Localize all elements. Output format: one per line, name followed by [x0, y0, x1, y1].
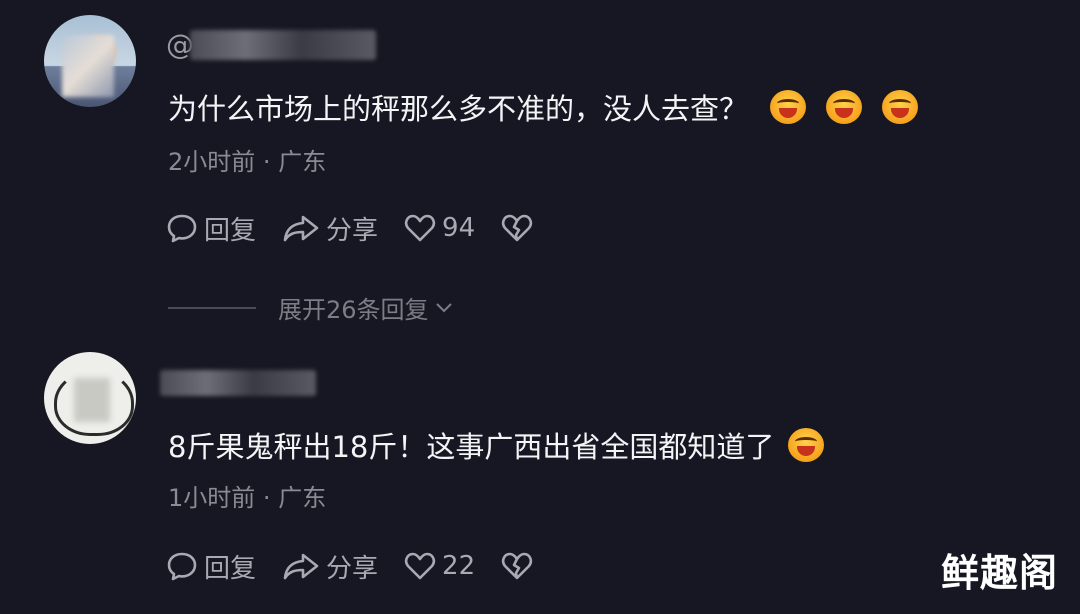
comment-actions: 回复 分享 22 — [166, 548, 559, 585]
laughing-emoji-icon — [882, 90, 919, 124]
username-redacted — [190, 30, 376, 60]
laughing-emoji-icon — [788, 428, 825, 462]
like-button[interactable]: 22 — [404, 551, 475, 581]
broken-heart-icon — [502, 552, 533, 580]
reply-label: 回复 — [204, 553, 257, 584]
like-count: 94 — [442, 213, 476, 243]
share-button[interactable]: 分享 — [282, 210, 378, 247]
user-avatar[interactable] — [44, 15, 136, 107]
broken-heart-icon — [502, 214, 533, 242]
user-avatar[interactable] — [44, 352, 136, 444]
heart-icon — [404, 214, 436, 242]
comment-meta: 1小时前 · 广东 — [168, 478, 326, 513]
comment-body: 为什么市场上的秤那么多不准的，没人去查？ — [168, 92, 749, 126]
like-count: 22 — [442, 551, 476, 581]
laughing-emoji-icon — [826, 90, 863, 124]
expand-replies-button[interactable]: 展开26条回复 — [168, 290, 453, 325]
chat-bubble-icon — [167, 552, 197, 581]
comment-meta: 2小时前 · 广东 — [168, 142, 326, 177]
watermark-logo: 鲜趣阁 — [940, 551, 1058, 595]
share-button[interactable]: 分享 — [282, 548, 378, 585]
share-label: 分享 — [326, 215, 379, 246]
comment-location: 广东 — [278, 148, 327, 176]
share-arrow-icon — [283, 553, 319, 580]
share-arrow-icon — [283, 215, 319, 242]
dislike-button[interactable] — [501, 551, 533, 581]
chat-bubble-icon — [167, 214, 197, 243]
comment-time: 2小时前 — [168, 148, 256, 176]
laughing-emoji-icon — [770, 90, 807, 124]
share-label: 分享 — [326, 553, 379, 584]
meta-separator: · — [262, 148, 271, 176]
comment-actions: 回复 分享 94 — [166, 210, 559, 247]
comment-body: 8斤果鬼秤出18斤！这事广西出省全国都知道了 — [168, 430, 775, 464]
username-redacted — [160, 370, 316, 396]
meta-separator: · — [262, 484, 271, 512]
heart-icon — [404, 552, 436, 580]
chevron-down-icon — [435, 302, 452, 312]
comment-text: 8斤果鬼秤出18斤！这事广西出省全国都知道了 — [168, 424, 825, 466]
reply-button[interactable]: 回复 — [166, 210, 256, 247]
reply-label: 回复 — [204, 215, 257, 246]
like-button[interactable]: 94 — [404, 213, 475, 243]
comment-time: 1小时前 — [168, 484, 256, 512]
comment-location: 广东 — [278, 484, 327, 512]
comment-text: 为什么市场上的秤那么多不准的，没人去查？ — [168, 86, 919, 128]
reply-button[interactable]: 回复 — [166, 548, 256, 585]
expand-replies-label: 展开26条回复 — [278, 296, 429, 324]
divider-line — [168, 306, 256, 309]
dislike-button[interactable] — [501, 213, 533, 243]
